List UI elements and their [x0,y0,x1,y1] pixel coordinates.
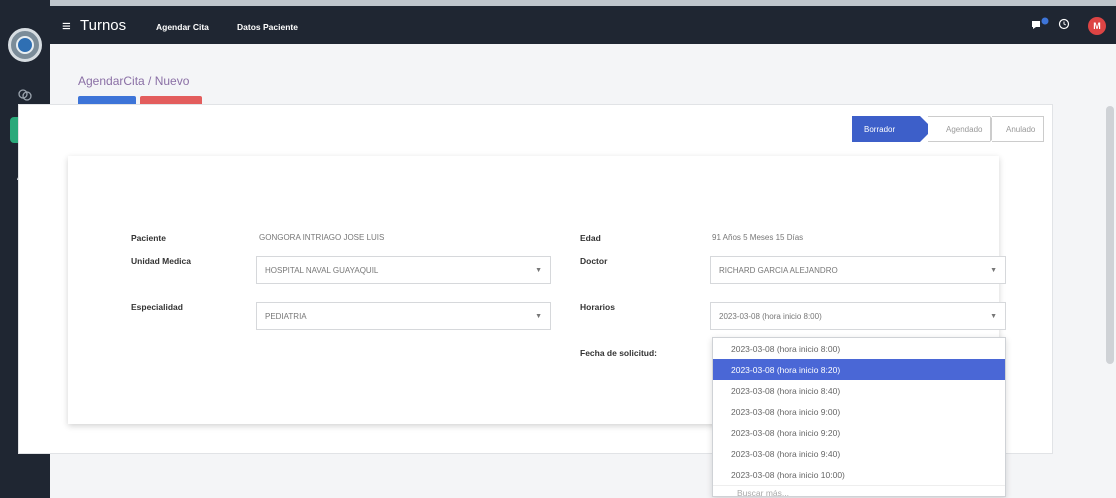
dropdown-option[interactable]: 2023-03-08 (hora inicio 10:00) [713,464,1005,485]
unidad-medica-label: Unidad Medica [131,256,191,266]
fecha-solicitud-label: Fecha de solicitud: [580,348,657,358]
status-anulado[interactable]: Anulado [992,116,1044,142]
horarios-select[interactable]: 2023-03-08 (hora inicio 8:00) ▼ [710,302,1006,330]
unidad-medica-select[interactable]: HOSPITAL NAVAL GUAYAQUIL ▼ [256,256,551,284]
nav-datos-paciente[interactable]: Datos Paciente [237,22,298,32]
doctor-label: Doctor [580,256,608,266]
menu-icon[interactable]: ≡ [62,18,71,35]
chevron-down-icon: ▼ [990,313,997,320]
doctor-select[interactable]: RICHARD GARCIA ALEJANDRO ▼ [710,256,1006,284]
app-title[interactable]: Turnos [80,17,126,34]
breadcrumb[interactable]: AgendarCita / Nuevo [78,74,189,88]
horarios-dropdown[interactable]: 2023-03-08 (hora inicio 8:00) 2023-03-08… [712,337,1006,498]
chat-icon[interactable] [1030,17,1050,33]
doctor-value: RICHARD GARCIA ALEJANDRO [719,265,838,275]
paciente-label: Paciente [131,233,166,243]
horarios-value: 2023-03-08 (hora inicio 8:00) [719,311,822,321]
paciente-value: GONGORA INTRIAGO JOSE LUIS [259,233,385,242]
nav-agendar-cita[interactable]: Agendar Cita [156,22,209,32]
chevron-down-icon: ▼ [535,313,542,320]
status-agendado[interactable]: Agendado [928,116,1002,142]
dropdown-option[interactable]: 2023-03-08 (hora inicio 8:40) [713,380,1005,401]
dropdown-option[interactable]: 2023-03-08 (hora inicio 9:20) [713,422,1005,443]
especialidad-value: PEDIATRIA [265,311,307,321]
edad-label: Edad [580,233,601,243]
horarios-label: Horarios [580,302,615,312]
top-navbar: ≡ Turnos Agendar Cita Datos Paciente M [50,0,1116,44]
dropdown-option[interactable]: 2023-03-08 (hora inicio 9:40) [713,443,1005,464]
dropdown-option[interactable]: 2023-03-08 (hora inicio 9:00) [713,401,1005,422]
edad-value: 91 Años 5 Meses 15 Días [712,233,804,242]
chevron-down-icon: ▼ [535,267,542,274]
clock-icon[interactable] [1058,18,1070,32]
unidad-medica-value: HOSPITAL NAVAL GUAYAQUIL [265,265,379,275]
chevron-down-icon: ▼ [990,267,997,274]
dropdown-option-selected[interactable]: 2023-03-08 (hora inicio 8:20) [713,359,1005,380]
search-more-link[interactable]: Buscar más... [713,485,1005,498]
scrollbar[interactable] [1106,106,1114,364]
app-logo[interactable] [8,28,42,62]
status-borrador[interactable]: Borrador [852,116,933,142]
especialidad-select[interactable]: PEDIATRIA ▼ [256,302,551,330]
dropdown-option[interactable]: 2023-03-08 (hora inicio 8:00) [713,338,1005,359]
user-avatar[interactable]: M [1088,17,1106,35]
especialidad-label: Especialidad [131,302,183,312]
